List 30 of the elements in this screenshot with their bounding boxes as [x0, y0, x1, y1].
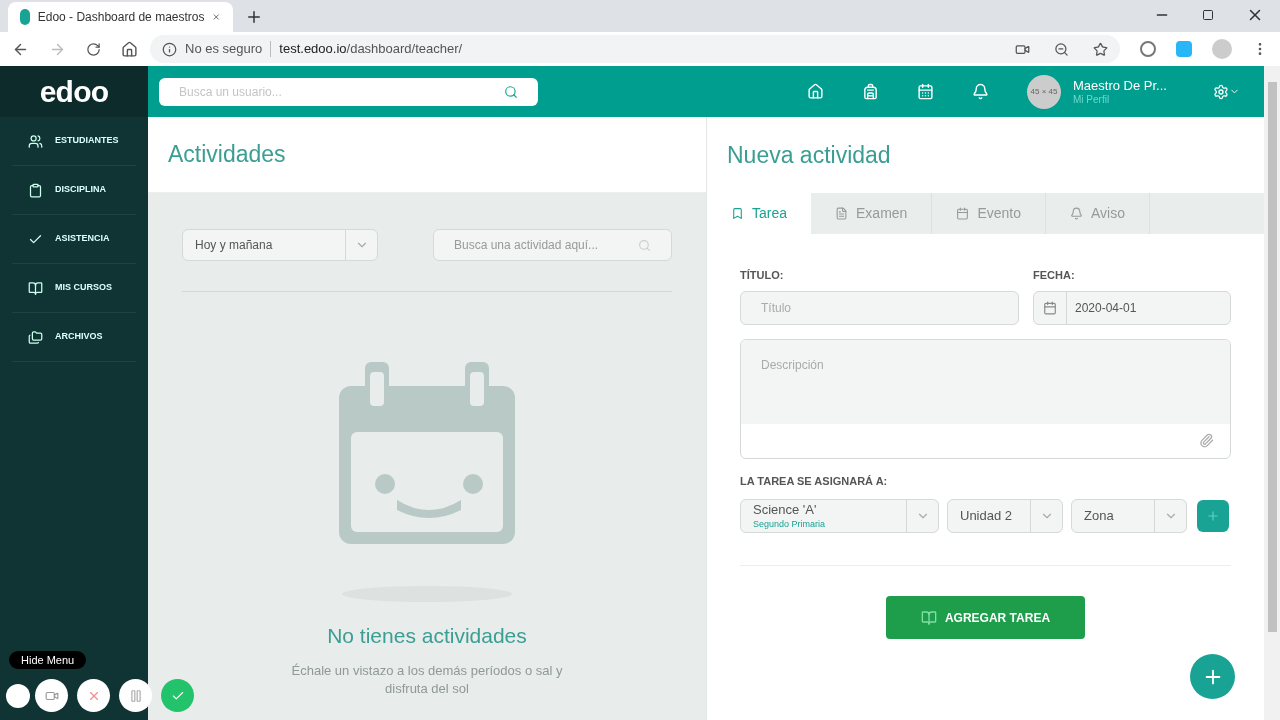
field-label: FECHA:	[1033, 268, 1076, 283]
address-bar[interactable]: No es seguro test.edoo.io/dashboard/teacher/	[150, 35, 1120, 63]
browser-tab[interactable]: Edoo - Dashboard de maestros	[8, 2, 233, 32]
empty-state-text: Échale un vistazo a los demás períodos o sal y disfruta del sol	[290, 661, 564, 698]
select-subtitle: Segundo Primaria	[753, 518, 827, 530]
select-value: Science 'A'	[753, 502, 818, 518]
select-field[interactable]: Zona	[1071, 499, 1187, 533]
date-field[interactable]: 2020-04-01	[1033, 290, 1231, 325]
user-avatar[interactable]: 45 × 45	[1027, 74, 1061, 109]
security-label: No es seguro	[185, 40, 263, 59]
panel-title: Actividades	[168, 140, 286, 170]
sidebar-item[interactable]: MIS CURSOS	[12, 264, 136, 313]
panel-title: Nueva actividad	[727, 140, 891, 170]
field-label: TÍTULO:	[740, 268, 785, 283]
select-value: Zona	[1084, 508, 1115, 524]
search-placeholder: Busca un usuario...	[179, 83, 283, 101]
sidebar-item[interactable]: ESTUDIANTES	[12, 117, 136, 166]
sidebar-item[interactable]: ASISTENCIA	[12, 215, 136, 264]
url-text: test.edoo.io/dashboard/teacher/	[279, 40, 463, 59]
sidebar-item[interactable]: DISCIPLINA	[12, 166, 136, 215]
empty-state-title: No tienes actividades	[327, 623, 527, 649]
select-field[interactable]: Science 'A' Segundo Primaria	[740, 499, 939, 533]
tooltip: Hide Menu	[9, 651, 87, 669]
sidebar-item[interactable]: ARCHIVOS	[12, 313, 136, 362]
select-field[interactable]: Unidad 2	[947, 499, 1063, 533]
field-label: LA TAREA SE ASIGNARÁ A:	[740, 473, 889, 489]
period-select[interactable]: Hoy y mañana	[182, 229, 378, 261]
select-value: Unidad 2	[960, 508, 1014, 524]
user-name: Maestro De Pr...	[1073, 77, 1168, 94]
tab-title: Edoo - Dashboard de maestros	[37, 9, 205, 26]
